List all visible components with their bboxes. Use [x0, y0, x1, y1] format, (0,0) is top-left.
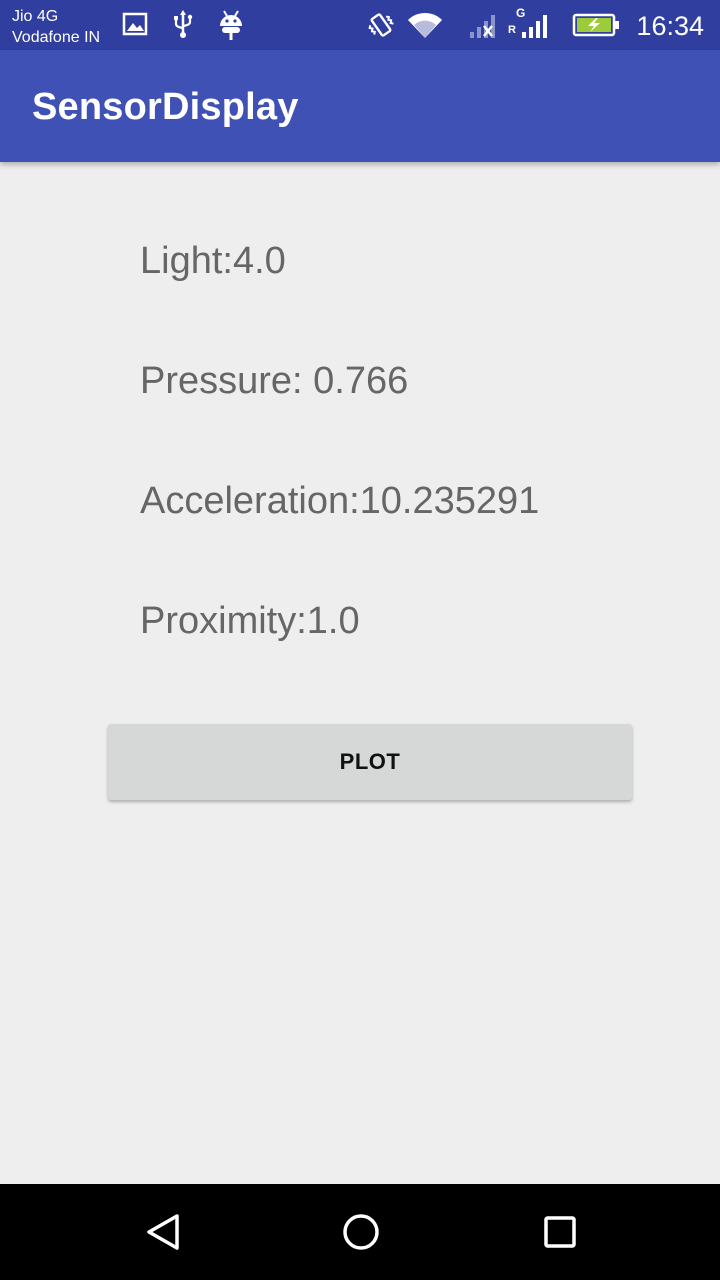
acceleration-reading: Acceleration:10.235291 [140, 480, 540, 522]
vibrate-icon [368, 13, 394, 37]
page-title: SensorDisplay [32, 86, 299, 128]
wifi-icon [408, 12, 442, 38]
pressure-reading: Pressure: 0.766 [140, 360, 409, 402]
clock: 16:34 [636, 11, 704, 41]
carrier-1: Jio 4G [12, 8, 59, 25]
home-icon[interactable] [333, 1204, 389, 1260]
gallery-icon [122, 12, 148, 36]
carrier-2: Vodafone IN [12, 29, 101, 46]
battery-charging-icon [572, 13, 619, 37]
navigation-bar [0, 1184, 720, 1280]
android-icon [220, 10, 242, 40]
usb-icon [174, 10, 193, 38]
roaming-label: R [508, 24, 516, 36]
carrier-names: Jio 4G Vodafone IN [12, 6, 100, 48]
recents-icon[interactable] [532, 1204, 588, 1260]
signal-sim2-icon [522, 15, 547, 38]
status-bar: Jio 4G Vodafone IN G R 16:34 [0, 0, 720, 50]
proximity-reading: Proximity:1.0 [140, 600, 360, 642]
plot-button[interactable]: PLOT [108, 724, 632, 800]
light-reading: Light:4.0 [140, 240, 286, 282]
app-bar: SensorDisplay [0, 50, 720, 162]
signal-sim1-icon [470, 15, 495, 38]
back-icon[interactable] [135, 1204, 191, 1260]
